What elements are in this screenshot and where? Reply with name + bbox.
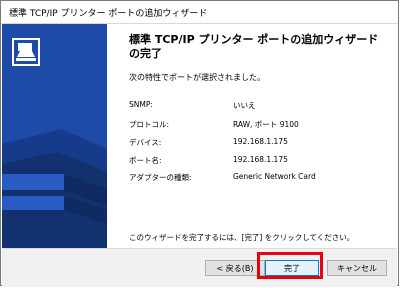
title-bar: 標準 TCP/IP プリンター ポートの追加ウィザード bbox=[1, 1, 398, 24]
subtitle-text: 次の特性でポートが選択されました。 bbox=[129, 73, 265, 82]
wizard-sidebar bbox=[2, 24, 107, 248]
wizard-content: 標準 TCP/IP プリンター ポートの追加ウィザードの完了 次の特性でポートが… bbox=[107, 24, 398, 248]
property-value: 192.168.1.175 bbox=[233, 155, 288, 164]
property-label: デバイス: bbox=[129, 138, 162, 147]
property-label: SNMP: bbox=[129, 100, 153, 109]
property-row-adapter-type: アダプターの種類: Generic Network Card bbox=[129, 172, 316, 183]
page-title: 標準 TCP/IP プリンター ポートの追加ウィザードの完了 bbox=[129, 33, 379, 60]
property-row-device: デバイス: 192.168.1.175 bbox=[129, 137, 288, 148]
property-label: アダプターの種類: bbox=[129, 173, 192, 182]
property-label: ポート名: bbox=[129, 156, 162, 165]
finish-instruction: このウィザードを完了するには、[完了] をクリックしてください。 bbox=[129, 233, 355, 242]
back-button[interactable]: < 戻る(B) bbox=[205, 260, 265, 276]
window-title: 標準 TCP/IP プリンター ポートの追加ウィザード bbox=[9, 9, 208, 19]
property-value: Generic Network Card bbox=[233, 172, 316, 181]
finish-button-highlight bbox=[257, 252, 323, 279]
property-row-snmp: SNMP: いいえ bbox=[129, 100, 256, 110]
button-bar: < 戻る(B) 完了 キャンセル bbox=[2, 248, 397, 287]
property-value: RAW, ポート 9100 bbox=[233, 120, 299, 129]
cancel-button[interactable]: キャンセル bbox=[327, 260, 387, 276]
wizard-window: 標準 TCP/IP プリンター ポートの追加ウィザード 標準 TCP/IP プリ… bbox=[0, 0, 399, 287]
printer-illustration-icon bbox=[2, 24, 107, 248]
property-row-protocol: プロトコル: RAW, ポート 9100 bbox=[129, 119, 299, 130]
property-value: 192.168.1.175 bbox=[233, 137, 288, 146]
property-label: プロトコル: bbox=[129, 120, 170, 129]
property-value: いいえ bbox=[233, 101, 256, 110]
property-row-port-name: ポート名: 192.168.1.175 bbox=[129, 155, 288, 166]
